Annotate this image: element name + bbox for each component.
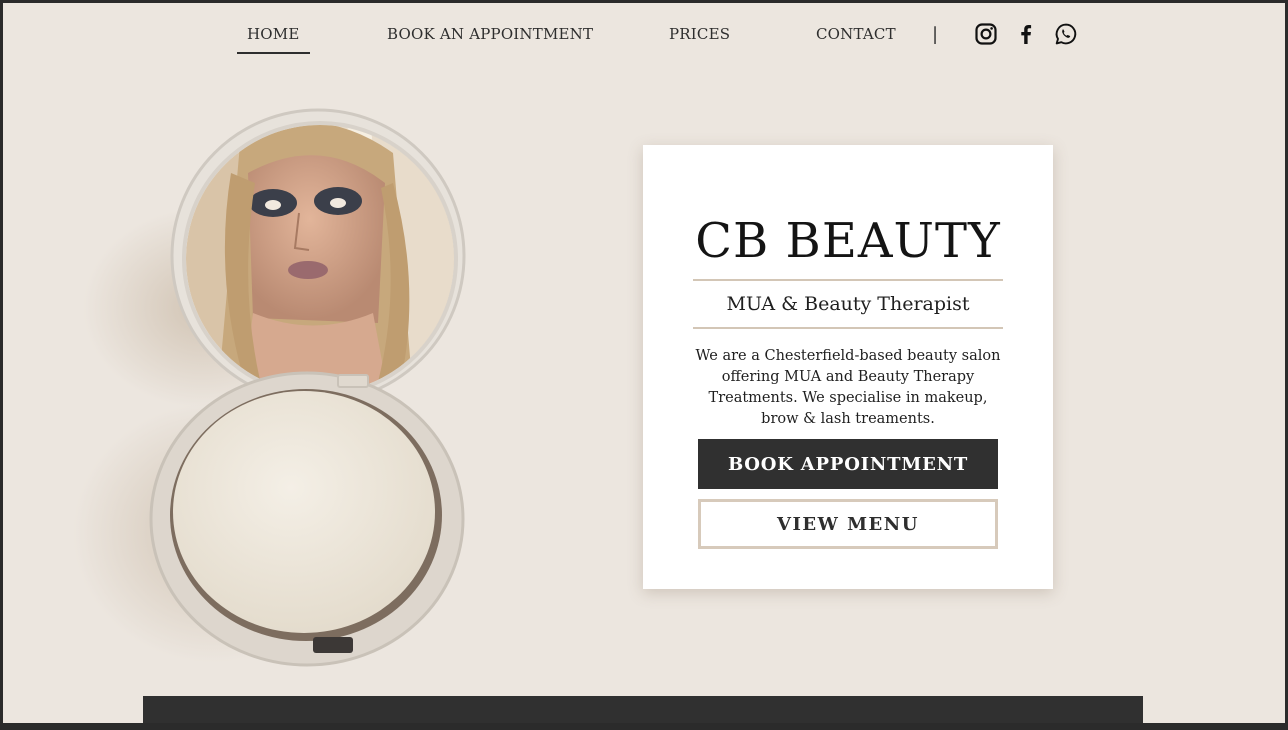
facebook-icon[interactable]	[1014, 22, 1038, 46]
nav-home[interactable]: HOME	[237, 25, 309, 54]
hero-image	[3, 63, 563, 683]
hero-title: CB BEAUTY	[695, 213, 1001, 269]
view-menu-button[interactable]: VIEW MENU	[698, 499, 998, 549]
instagram-icon[interactable]	[974, 22, 998, 46]
nav-contact[interactable]: CONTACT	[816, 25, 896, 43]
nav-book-appointment[interactable]: BOOK AN APPOINTMENT	[387, 25, 593, 43]
book-appointment-button[interactable]: BOOK APPOINTMENT	[698, 439, 998, 489]
footer-bar	[143, 696, 1143, 723]
nav-separator: |	[932, 24, 939, 45]
divider	[693, 327, 1003, 329]
hero-description: We are a Chesterfield-based beauty salon…	[695, 348, 1001, 427]
hero-subtitle: MUA & Beauty Therapist	[726, 293, 970, 315]
divider	[693, 279, 1003, 281]
nav-prices[interactable]: PRICES	[669, 25, 730, 43]
hero-card: CB BEAUTY MUA & Beauty Therapist We are …	[643, 145, 1053, 589]
whatsapp-icon[interactable]	[1054, 22, 1078, 46]
page: HOME BOOK AN APPOINTMENT PRICES CONTACT …	[3, 3, 1285, 723]
